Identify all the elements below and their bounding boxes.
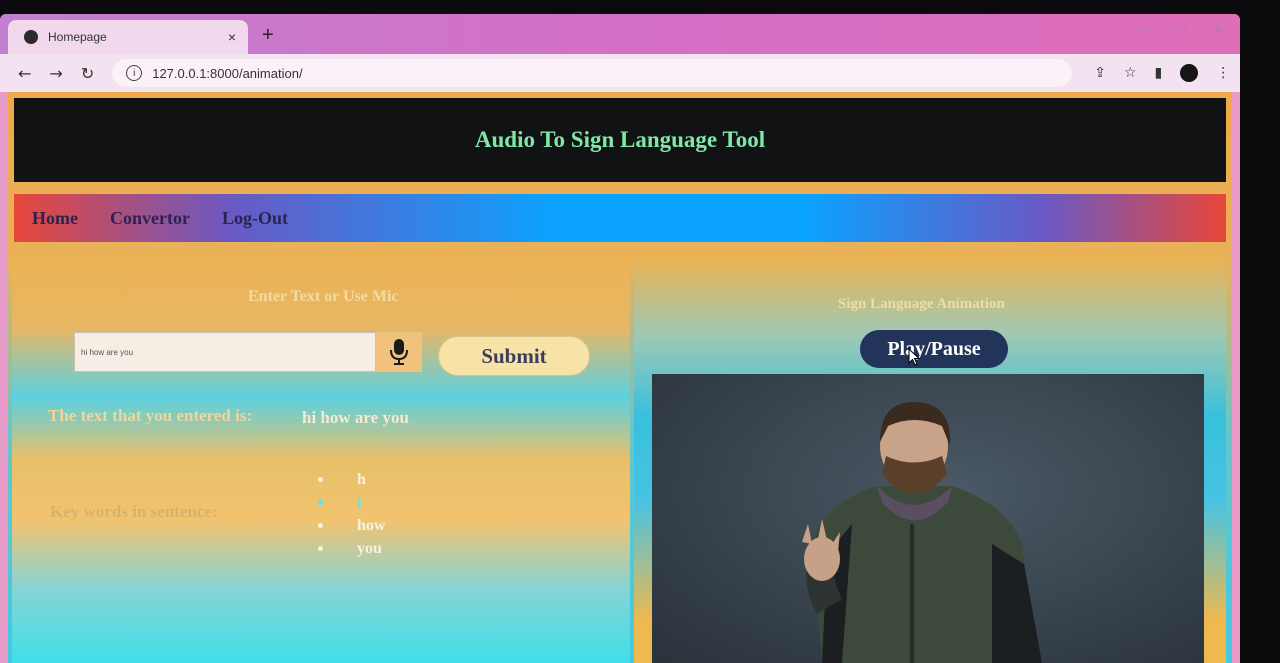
back-icon[interactable]: ← <box>18 64 31 83</box>
new-tab-button[interactable]: + <box>262 24 274 47</box>
avatar[interactable] <box>1180 64 1199 82</box>
nav-convertor[interactable]: Convertor <box>110 208 190 229</box>
input-section-title: Enter Text or Use Mic <box>248 288 399 305</box>
animation-panel: Sign Language Animation Play/Pause <box>634 254 1226 663</box>
nav-home[interactable]: Home <box>32 208 78 229</box>
sidebar-icon[interactable]: ▮ <box>1155 65 1163 81</box>
maximize-icon[interactable]: ▢ <box>1175 22 1187 38</box>
sign-animation-video[interactable] <box>652 374 1204 663</box>
globe-icon <box>24 30 38 44</box>
reload-icon[interactable]: ↻ <box>81 64 94 83</box>
entered-text-label: The text that you entered is: <box>48 406 253 425</box>
star-icon[interactable]: ☆ <box>1124 65 1137 81</box>
nav-logout[interactable]: Log-Out <box>222 208 288 229</box>
animation-section-title: Sign Language Animation <box>838 296 1005 312</box>
cursor-icon <box>908 348 921 366</box>
address-bar[interactable]: i 127.0.0.1:8000/animation/ <box>112 59 1073 87</box>
close-tab-icon[interactable]: × <box>228 29 236 45</box>
text-input[interactable]: hi how are you <box>74 332 376 372</box>
tab-bar: Homepage × + ⌄ – ▢ ✕ <box>0 14 1240 54</box>
list-item: you <box>318 537 385 560</box>
site-title: Audio To Sign Language Tool <box>474 127 766 152</box>
play-pause-button[interactable]: Play/Pause <box>860 330 1008 368</box>
window-controls: ⌄ – ▢ ✕ <box>1105 22 1224 38</box>
keywords-list: h i how you <box>318 468 385 560</box>
browser-tab[interactable]: Homepage × <box>8 20 248 54</box>
mic-button[interactable] <box>376 332 422 372</box>
input-panel: Enter Text or Use Mic hi how are you Sub… <box>12 254 630 663</box>
list-item: i <box>318 491 385 514</box>
chevron-down-icon[interactable]: ⌄ <box>1105 22 1116 38</box>
menu-icon[interactable]: ⋮ <box>1216 65 1230 81</box>
avatar-figure <box>802 402 1042 663</box>
close-window-icon[interactable]: ✕ <box>1213 22 1224 38</box>
browser-toolbar: ← → ↻ i 127.0.0.1:8000/animation/ ⇪ ☆ ▮ … <box>0 54 1240 92</box>
forward-icon[interactable]: → <box>49 64 62 83</box>
list-item: h <box>318 468 385 491</box>
list-item: how <box>318 514 385 537</box>
minimize-icon[interactable]: – <box>1142 22 1149 38</box>
submit-button[interactable]: Submit <box>438 336 590 376</box>
url-text: 127.0.0.1:8000/animation/ <box>152 65 303 81</box>
entered-text-value: hi how are you <box>302 408 409 427</box>
browser-window: Homepage × + ⌄ – ▢ ✕ ← → ↻ i 127.0.0.1:8… <box>0 14 1240 663</box>
navbar: Home Convertor Log-Out <box>14 194 1226 242</box>
tab-title: Homepage <box>48 30 107 44</box>
keywords-label: Key words in sentence: <box>50 502 218 521</box>
site-header: Audio To Sign Language Tool <box>14 98 1226 182</box>
info-icon[interactable]: i <box>126 65 143 81</box>
microphone-icon <box>390 339 408 365</box>
web-page: Audio To Sign Language Tool Home Convert… <box>8 92 1232 663</box>
share-icon[interactable]: ⇪ <box>1094 65 1106 81</box>
